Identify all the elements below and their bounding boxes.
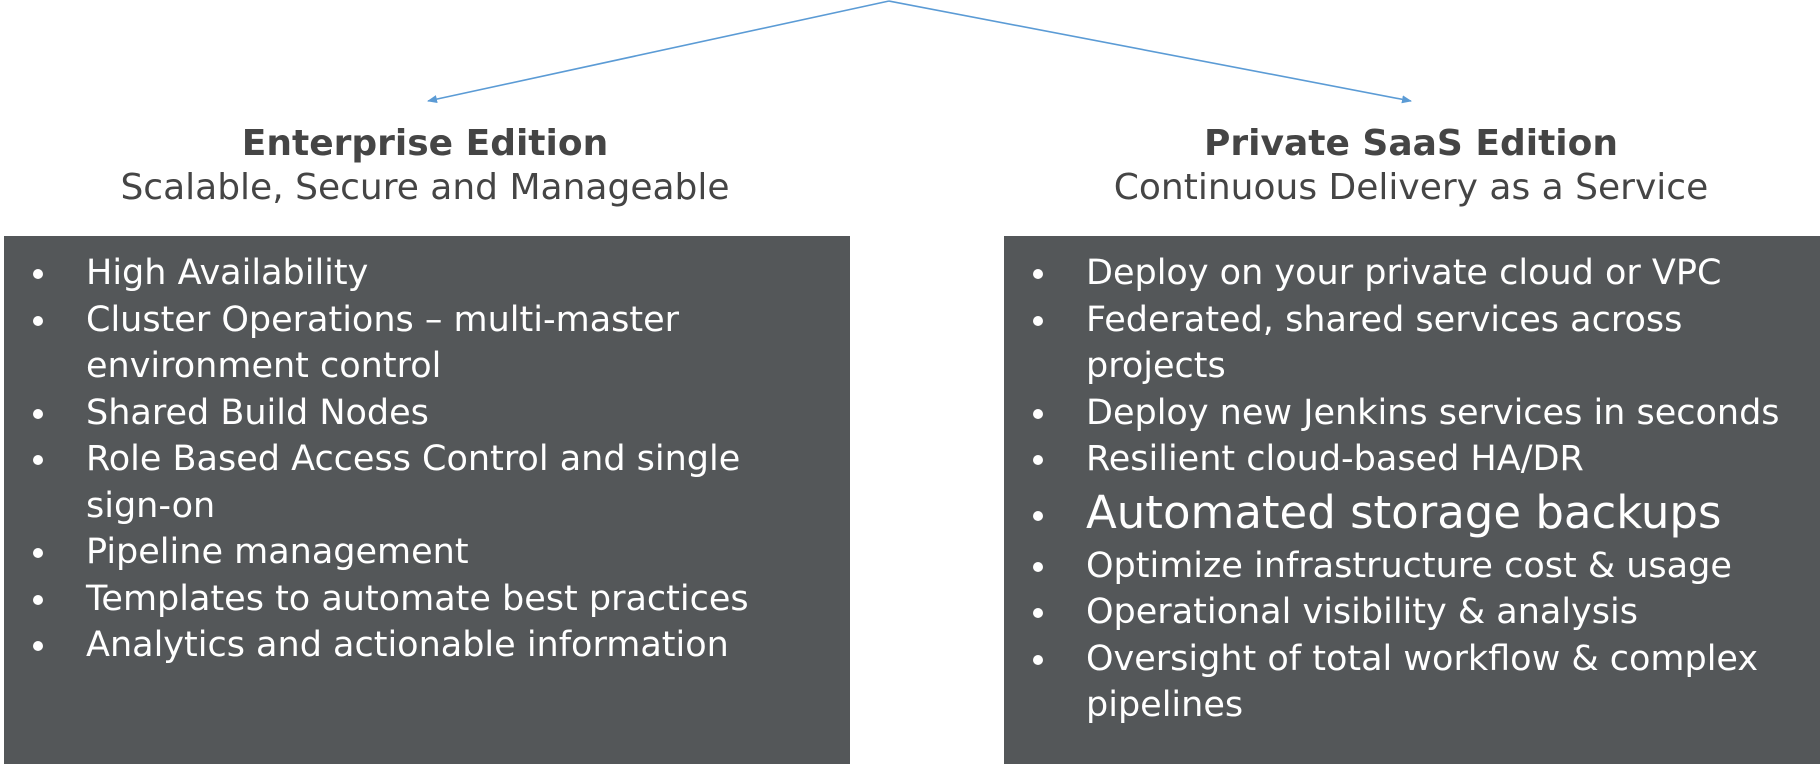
feature-text: Cluster Operations – multi-master enviro… — [86, 299, 680, 387]
feature-text: Federated, shared services across projec… — [1086, 299, 1683, 387]
bullet-icon — [1028, 436, 1048, 483]
enterprise-subtitle: Scalable, Secure and Manageable — [120, 167, 730, 208]
list-item: Templates to automate best practices — [4, 576, 850, 623]
list-item: Deploy on your private cloud or VPC — [1004, 250, 1820, 297]
bullet-icon — [1028, 250, 1048, 297]
list-item: Automated storage backups — [1004, 483, 1820, 543]
list-item: Optimize infrastructure cost & usage — [1004, 543, 1820, 590]
list-item: Analytics and actionable information — [4, 622, 850, 669]
bullet-icon — [1028, 589, 1048, 636]
list-item: Role Based Access Control and single sig… — [4, 436, 850, 529]
feature-text: Templates to automate best practices — [86, 578, 749, 619]
saas-feature-box: Deploy on your private cloud or VPC Fede… — [1004, 236, 1820, 764]
saas-feature-list: Deploy on your private cloud or VPC Fede… — [1004, 236, 1820, 729]
feature-text: Analytics and actionable information — [86, 625, 729, 665]
feature-text: Deploy on your private cloud or VPC — [1086, 253, 1722, 293]
feature-text: High Availability — [86, 253, 369, 293]
feature-text: Resilient cloud-based HA/DR — [1086, 439, 1584, 479]
feature-text: Automated storage backups — [1086, 485, 1722, 539]
bullet-icon — [28, 622, 48, 669]
bullet-icon — [1028, 543, 1048, 590]
bullet-icon — [28, 436, 48, 483]
list-item: Federated, shared services across projec… — [1004, 297, 1820, 390]
list-item: Pipeline management — [4, 529, 850, 576]
saas-subtitle: Continuous Delivery as a Service — [1113, 167, 1709, 208]
arrow-to-saas — [888, 0, 1412, 104]
bullet-icon — [1028, 483, 1048, 543]
list-item: High Availability — [4, 250, 850, 297]
bullet-icon — [28, 297, 48, 344]
feature-text: Pipeline management — [86, 532, 469, 572]
list-item: Operational visibility & analysis — [1004, 589, 1820, 636]
list-item: Cluster Operations – multi-master enviro… — [4, 297, 850, 390]
bullet-icon — [1028, 390, 1048, 437]
enterprise-header: Enterprise Edition Scalable, Secure and … — [65, 122, 785, 210]
saas-title: Private SaaS Edition — [1204, 123, 1618, 164]
feature-text: Shared Build Nodes — [86, 392, 429, 433]
saas-header: Private SaaS Edition Continuous Delivery… — [1051, 122, 1771, 210]
bullet-icon — [28, 390, 48, 437]
feature-text: Operational visibility & analysis — [1086, 592, 1638, 632]
enterprise-feature-box: High Availability Cluster Operations – m… — [4, 236, 850, 764]
enterprise-feature-list: High Availability Cluster Operations – m… — [4, 236, 850, 669]
bullet-icon — [28, 529, 48, 576]
feature-text: Oversight of total workflow & complex pi… — [1086, 638, 1759, 726]
bullet-icon — [28, 250, 48, 297]
list-item: Deploy new Jenkins services in seconds — [1004, 390, 1820, 437]
bullet-icon — [1028, 297, 1048, 344]
list-item: Resilient cloud-based HA/DR — [1004, 436, 1820, 483]
enterprise-title: Enterprise Edition — [241, 123, 609, 164]
bullet-icon — [28, 576, 48, 623]
feature-text: Role Based Access Control and single sig… — [86, 439, 741, 526]
arrow-to-enterprise — [427, 0, 890, 104]
feature-text: Deploy new Jenkins services in seconds — [1086, 392, 1780, 433]
list-item: Shared Build Nodes — [4, 390, 850, 437]
list-item: Oversight of total workflow & complex pi… — [1004, 636, 1820, 729]
feature-text: Optimize infrastructure cost & usage — [1086, 545, 1732, 586]
bullet-icon — [1028, 636, 1048, 683]
